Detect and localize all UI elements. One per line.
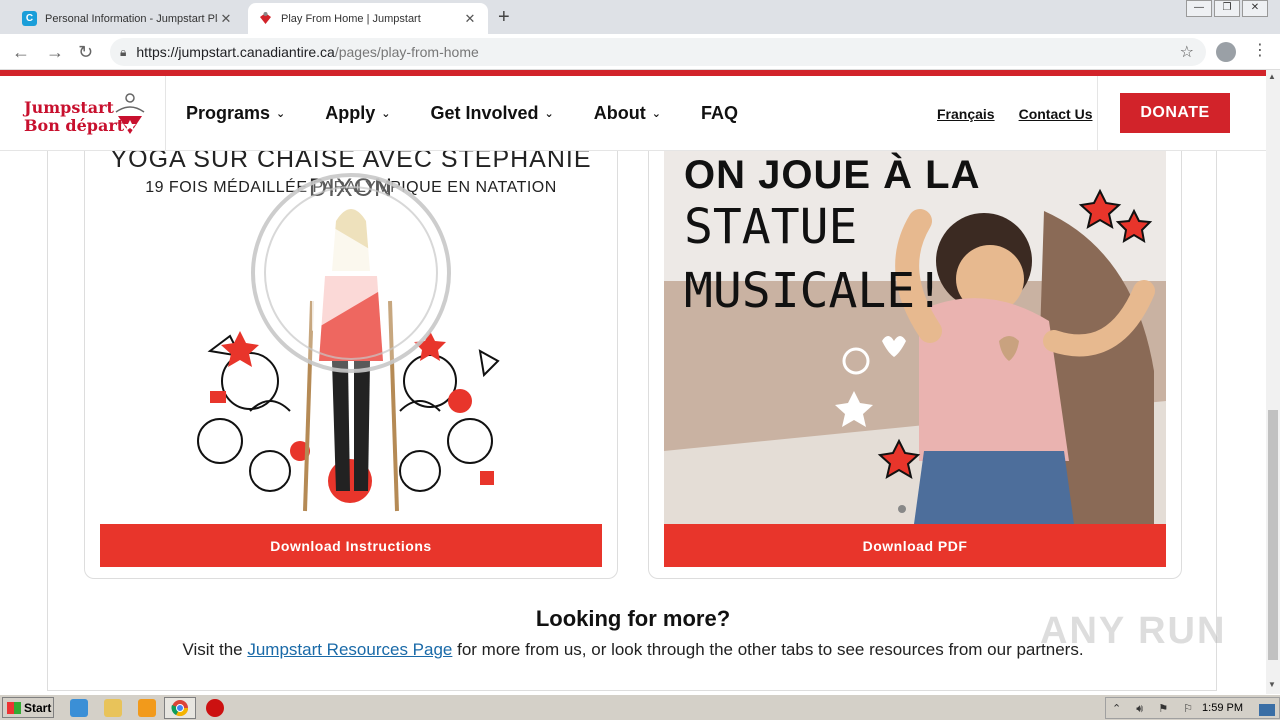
tab-play-from-home[interactable]: Play From Home | Jumpstart ✕ bbox=[248, 3, 488, 34]
lock-icon: 🔒︎ bbox=[120, 44, 127, 59]
nav-apply[interactable]: Apply ⌄ bbox=[325, 103, 390, 124]
nav-programs[interactable]: Programs ⌄ bbox=[186, 103, 285, 124]
chevron-down-icon: ⌄ bbox=[544, 108, 554, 120]
statue-title-line1: ON JOUE À LA bbox=[684, 153, 981, 197]
logo-text-en: Jumpstart bbox=[24, 98, 114, 117]
contact-us-link[interactable]: Contact Us bbox=[1019, 106, 1093, 122]
system-tray: ⌃ 🔊︎ ⚑ ⚐ 1:59 PM bbox=[1105, 697, 1280, 719]
profile-avatar-icon[interactable] bbox=[1216, 42, 1236, 62]
start-button[interactable]: Start bbox=[2, 697, 54, 718]
folder-icon[interactable] bbox=[104, 699, 122, 717]
show-desktop-icon[interactable] bbox=[1259, 704, 1275, 716]
opera-icon[interactable] bbox=[206, 699, 224, 717]
yoga-video-thumbnail[interactable]: YOGA SUR CHAISE AVEC STÉPHANIE DIXON 19 … bbox=[100, 151, 602, 524]
tab-title: Play From Home | Jumpstart bbox=[281, 12, 421, 25]
browser-tabbar: C Personal Information - Jumpstart Pla ✕… bbox=[0, 0, 1280, 34]
address-bar: ← → ↻ 🔒︎ https://jumpstart.canadiantire.… bbox=[0, 34, 1280, 70]
donate-button[interactable]: DONATE bbox=[1120, 93, 1230, 133]
browser-menu-icon[interactable]: ⋮ bbox=[1252, 40, 1268, 60]
clock: 1:59 PM bbox=[1202, 702, 1243, 714]
download-instructions-button[interactable]: Download Instructions bbox=[100, 524, 602, 567]
nav-faq[interactable]: FAQ bbox=[701, 103, 738, 124]
tab-personal-information[interactable]: C Personal Information - Jumpstart Pla ✕ bbox=[12, 3, 244, 34]
close-icon[interactable]: ✕ bbox=[462, 11, 478, 27]
window-controls: — ❐ ✕ bbox=[1184, 0, 1268, 17]
utility-nav: Français Contact Us bbox=[937, 76, 1117, 151]
reload-icon[interactable]: ↻ bbox=[78, 42, 93, 63]
site-favicon-icon: C bbox=[22, 11, 37, 26]
resources-page-link[interactable]: Jumpstart Resources Page bbox=[247, 640, 452, 659]
url-path: /pages/play-from-home bbox=[334, 44, 479, 60]
statue-title-line3: MUSICALE! bbox=[684, 263, 945, 319]
new-tab-icon[interactable]: + bbox=[498, 6, 510, 29]
bookmark-star-icon[interactable]: ☆ bbox=[1180, 42, 1194, 62]
chevron-down-icon: ⌄ bbox=[381, 108, 391, 120]
scroll-thumb[interactable] bbox=[1268, 410, 1278, 660]
yoga-illustration bbox=[197, 173, 500, 512]
jumpstart-logo[interactable]: Jumpstart Bon départ bbox=[0, 76, 166, 151]
url-host: https://jumpstart.canadiantire.ca bbox=[136, 44, 335, 60]
windows-logo-icon bbox=[7, 701, 21, 714]
windows-taskbar: Start ⌃ 🔊︎ ⚑ ⚐ 1:59 PM bbox=[0, 694, 1280, 720]
restore-icon[interactable]: ❐ bbox=[1214, 0, 1240, 17]
divider bbox=[1097, 76, 1098, 151]
jumpstart-figure-icon bbox=[115, 93, 145, 134]
yoga-resource-card: YOGA SUR CHAISE AVEC STÉPHANIE DIXON 19 … bbox=[84, 151, 618, 579]
francais-link[interactable]: Français bbox=[937, 106, 995, 122]
close-window-icon[interactable]: ✕ bbox=[1242, 0, 1268, 17]
close-icon[interactable]: ✕ bbox=[218, 11, 234, 27]
tray-icons[interactable]: ⌃ 🔊︎ ⚑ ⚐ bbox=[1112, 702, 1199, 716]
tab-title: Personal Information - Jumpstart Pla bbox=[45, 12, 218, 25]
chevron-down-icon: ⌄ bbox=[651, 108, 661, 120]
jumpstart-favicon-icon bbox=[258, 11, 273, 26]
logo-text-fr: Bon départ bbox=[24, 116, 125, 135]
minimize-icon[interactable]: — bbox=[1186, 0, 1212, 17]
media-player-icon[interactable] bbox=[138, 699, 156, 717]
scroll-up-icon[interactable]: ▲ bbox=[1268, 72, 1276, 81]
url-input[interactable]: 🔒︎ https://jumpstart.canadiantire.ca/pag… bbox=[110, 38, 1206, 66]
anyrun-watermark: ANY RUN bbox=[1040, 610, 1227, 652]
main-nav: Programs ⌄ Apply ⌄ Get Involved ⌄ About ⌄ FA… bbox=[186, 76, 778, 151]
page-scrollbar[interactable]: ▲ ▼ bbox=[1266, 70, 1280, 694]
statue-resource-card: ON JOUE À LA STATUE MUSICALE! Download P… bbox=[648, 151, 1182, 579]
back-icon[interactable]: ← bbox=[12, 42, 30, 63]
statue-title-line2: STATUE bbox=[684, 199, 858, 255]
nav-get-involved[interactable]: Get Involved ⌄ bbox=[431, 103, 554, 124]
statue-musicale-image: ON JOUE À LA STATUE MUSICALE! bbox=[664, 151, 1166, 524]
chrome-icon bbox=[171, 700, 189, 717]
download-pdf-button[interactable]: Download PDF bbox=[664, 524, 1166, 567]
internet-explorer-icon[interactable] bbox=[70, 699, 88, 717]
chevron-down-icon: ⌄ bbox=[276, 108, 286, 120]
page-viewport: Jumpstart Bon départ Programs ⌄ Apply ⌄ Ge… bbox=[0, 70, 1266, 694]
site-header: Jumpstart Bon départ Programs ⌄ Apply ⌄ Ge… bbox=[0, 76, 1266, 151]
nav-about[interactable]: About ⌄ bbox=[594, 103, 661, 124]
scroll-down-icon[interactable]: ▼ bbox=[1268, 680, 1276, 689]
chrome-taskbar-button[interactable] bbox=[164, 697, 196, 719]
forward-icon[interactable]: → bbox=[46, 42, 64, 63]
